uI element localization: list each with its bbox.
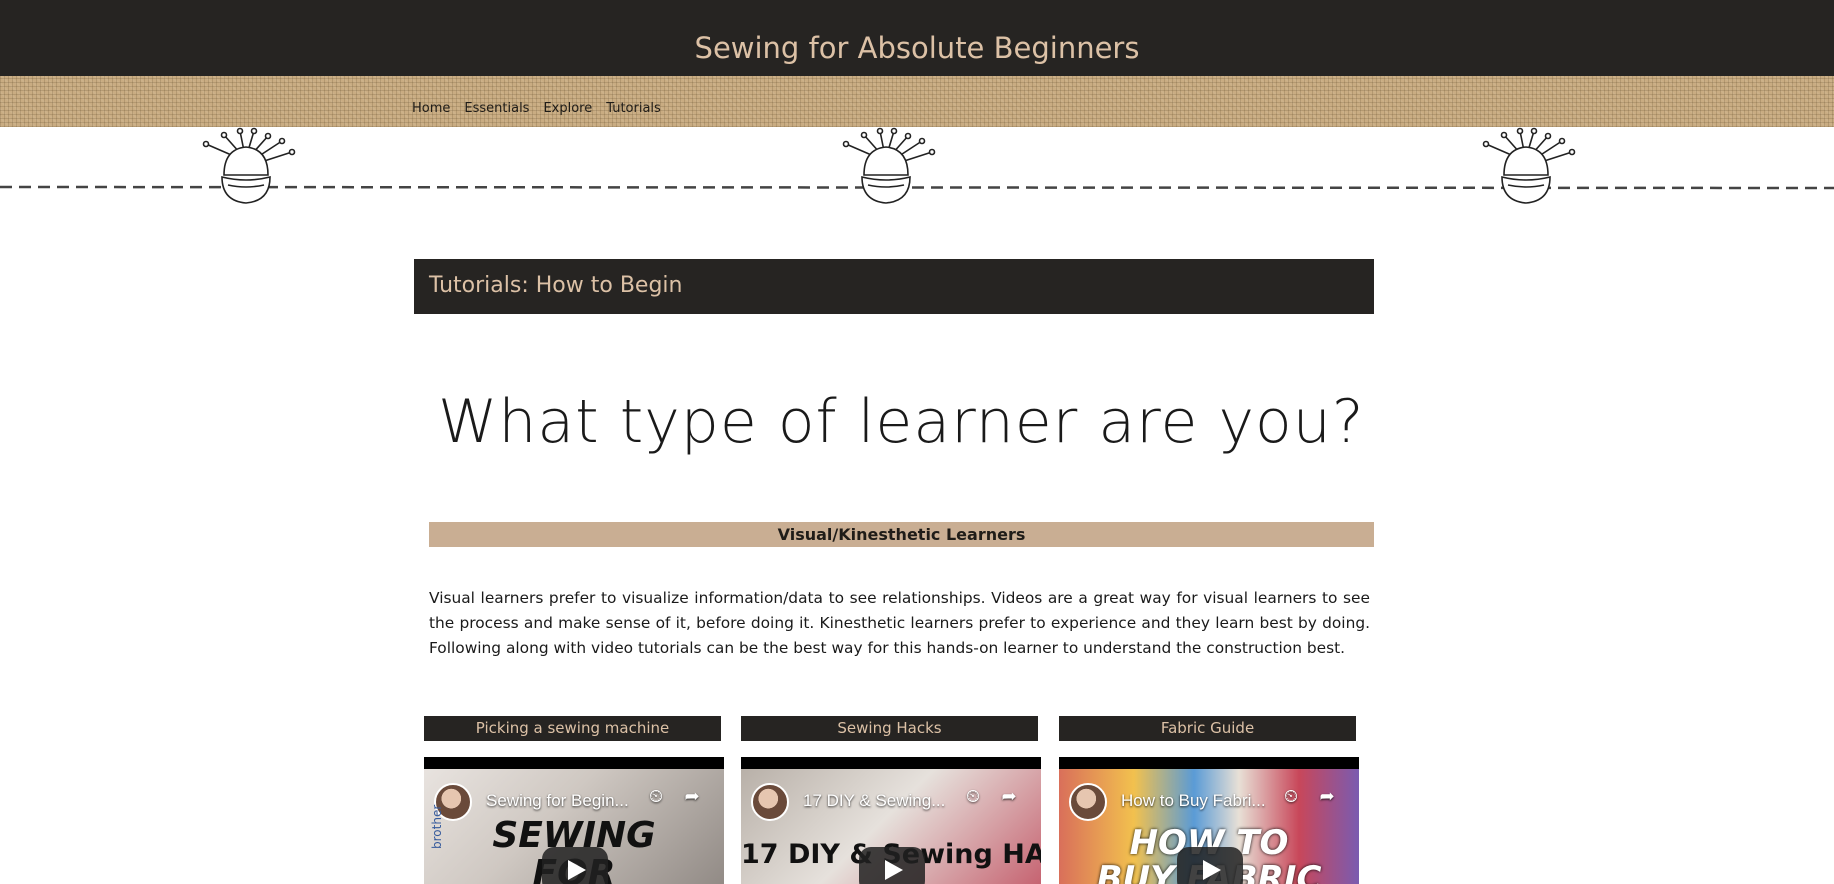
pincushion-icon <box>202 127 296 204</box>
section-header: Visual/Kinesthetic Learners <box>429 522 1374 547</box>
nav-item-essentials[interactable]: Essentials <box>464 101 529 116</box>
share-icon[interactable]: ➦ <box>680 785 704 809</box>
video-title[interactable]: Sewing for Begin... <box>486 791 629 811</box>
main-nav: Home Essentials Explore Tutorials <box>0 76 1834 127</box>
video-thumbnail[interactable]: How to Buy Fabri... ⏲ ➦ HOW TO BUY FABRI… <box>1059 769 1359 884</box>
video-top-strip <box>1059 757 1359 769</box>
video-title[interactable]: 17 DIY & Sewing... <box>803 791 945 811</box>
site-header: Sewing for Absolute Beginners <box>0 0 1834 76</box>
video-embed[interactable]: 17 DIY & Sewing... ⏲ ➦ 17 DIY & Sewing H… <box>741 757 1041 884</box>
page-heading-bar: Tutorials: How to Begin <box>414 259 1374 314</box>
nav-item-tutorials[interactable]: Tutorials <box>606 101 661 116</box>
pincushion-icon <box>842 127 936 204</box>
video-top-strip <box>741 757 1041 769</box>
video-thumbnail[interactable]: Sewing for Begin... ⏲ ➦ SEWING FOR broth… <box>424 769 724 884</box>
section-title: Visual/Kinesthetic Learners <box>777 525 1026 544</box>
card-label: Sewing Hacks <box>837 719 942 737</box>
card-label-bar: Sewing Hacks <box>741 716 1038 741</box>
channel-avatar[interactable] <box>1069 783 1107 821</box>
learner-question-heading: What type of learner are you? <box>438 387 1365 457</box>
video-top-strip <box>424 757 724 769</box>
nav-item-explore[interactable]: Explore <box>543 101 592 116</box>
card-label: Fabric Guide <box>1160 719 1255 737</box>
site-title[interactable]: Sewing for Absolute Beginners <box>0 34 1834 63</box>
nav-links: Home Essentials Explore Tutorials <box>412 101 661 116</box>
channel-avatar[interactable] <box>751 783 789 821</box>
stitch-divider <box>0 127 1834 204</box>
pincushion-icon <box>1482 127 1576 204</box>
share-icon[interactable]: ➦ <box>997 785 1021 809</box>
clock-icon[interactable]: ⏲ <box>644 785 668 809</box>
video-embed[interactable]: How to Buy Fabri... ⏲ ➦ HOW TO BUY FABRI… <box>1059 757 1359 884</box>
clock-icon[interactable]: ⏲ <box>961 785 985 809</box>
card-label: Picking a sewing machine <box>475 719 670 737</box>
share-icon[interactable]: ➦ <box>1315 785 1339 809</box>
play-icon[interactable] <box>859 847 925 884</box>
intro-paragraph: Visual learners prefer to visualize info… <box>429 589 1370 657</box>
play-icon[interactable] <box>1177 847 1243 884</box>
nav-item-home[interactable]: Home <box>412 101 450 116</box>
video-embed[interactable]: Sewing for Begin... ⏲ ➦ SEWING FOR broth… <box>424 757 724 884</box>
clock-icon[interactable]: ⏲ <box>1279 785 1303 809</box>
play-icon[interactable] <box>542 847 608 884</box>
tutorial-card-hacks: Sewing Hacks 17 DIY & Sewing... ⏲ ➦ 17 D… <box>741 716 1041 884</box>
card-label-bar: Fabric Guide <box>1059 716 1356 741</box>
page-title: Tutorials: How to Begin <box>429 273 683 298</box>
video-thumbnail[interactable]: 17 DIY & Sewing... ⏲ ➦ 17 DIY & Sewing H… <box>741 769 1041 884</box>
video-title[interactable]: How to Buy Fabri... <box>1121 791 1266 811</box>
tutorial-card-fabric: Fabric Guide How to Buy Fabri... ⏲ ➦ HOW… <box>1059 716 1359 884</box>
card-label-bar: Picking a sewing machine <box>424 716 721 741</box>
thumbnail-brand-text: brother <box>430 804 444 849</box>
tutorial-card-machine: Picking a sewing machine Sewing for Begi… <box>424 716 724 884</box>
